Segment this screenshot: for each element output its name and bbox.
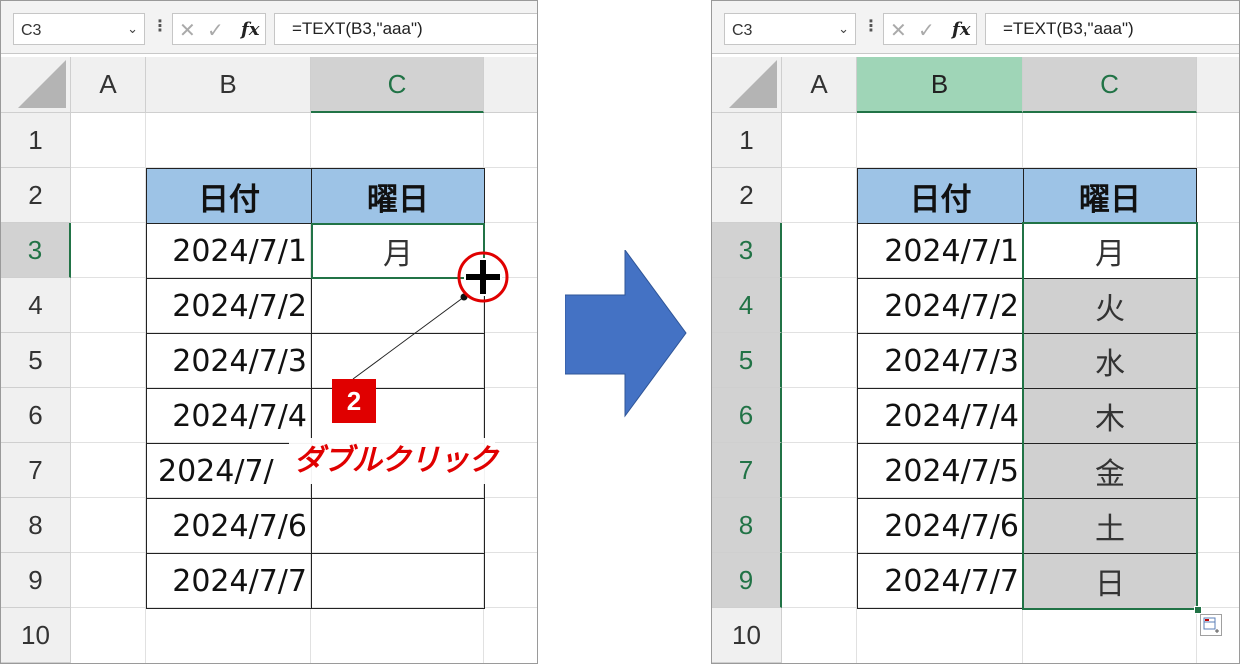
formula-bar: C3 ⌄ ⋮ ✕ ✓ fx =TEXT(B3,"aaa") [712, 1, 1239, 54]
date-cell[interactable]: 2024/7/6 [857, 498, 1024, 554]
crosshair-cursor-icon [464, 258, 502, 296]
date-cell[interactable]: 2024/7/2 [857, 278, 1024, 334]
callout-overlay [352, 251, 509, 380]
date-cell[interactable]: 2024/7/4 [857, 388, 1024, 444]
date-cell[interactable]: 2024/7/1 [857, 223, 1024, 279]
row-header-4[interactable]: 4 [712, 278, 782, 333]
row-header-9[interactable]: 9 [712, 553, 782, 608]
fx-icon[interactable]: fx [952, 19, 970, 40]
row-header-1[interactable]: 1 [712, 113, 782, 168]
right-arrow-icon [565, 250, 687, 418]
select-all-corner[interactable] [712, 57, 782, 113]
column-header-b[interactable]: B [857, 57, 1023, 113]
name-box[interactable]: C3 ⌄ [724, 13, 856, 45]
date-cell[interactable]: 2024/7/5 [857, 443, 1024, 499]
name-box-value: C3 [732, 22, 753, 39]
step-label: ダブルクリック [294, 443, 498, 478]
date-cell[interactable]: 2024/7/3 [857, 333, 1024, 389]
step-badge: 2 [332, 379, 376, 423]
formula-buttons: ✕ ✓ fx [883, 13, 977, 45]
table-header-day[interactable]: 曜日 [1023, 168, 1197, 224]
chevron-down-icon[interactable]: ⌄ [838, 21, 849, 37]
formula-text: =TEXT(B3,"aaa") [1003, 19, 1134, 38]
fill-handle[interactable] [1194, 606, 1202, 614]
formula-input[interactable]: =TEXT(B3,"aaa") [985, 13, 1239, 45]
right-excel-window: C3 ⌄ ⋮ ✕ ✓ fx =TEXT(B3,"aaa") A B C 1 2 … [711, 0, 1240, 664]
column-header-a[interactable]: A [782, 57, 857, 113]
row-header-8[interactable]: 8 [712, 498, 782, 553]
date-cell[interactable]: 2024/7/7 [857, 553, 1024, 609]
row-header-7[interactable]: 7 [712, 443, 782, 498]
auto-fill-options-icon[interactable] [1200, 614, 1222, 636]
row-header-3[interactable]: 3 [712, 223, 782, 278]
selection-range [1022, 222, 1198, 610]
column-header-d[interactable] [1197, 57, 1239, 113]
row-header-10[interactable]: 10 [712, 608, 782, 663]
column-header-c[interactable]: C [1023, 57, 1197, 113]
cancel-icon[interactable]: ✕ [890, 18, 907, 43]
callout-line [352, 296, 465, 380]
table-header-date[interactable]: 日付 [857, 168, 1024, 224]
row-header-2[interactable]: 2 [712, 168, 782, 223]
check-icon[interactable]: ✓ [918, 18, 935, 43]
row-header-5[interactable]: 5 [712, 333, 782, 388]
more-options-icon[interactable]: ⋮ [863, 15, 879, 39]
row-header-6[interactable]: 6 [712, 388, 782, 443]
left-excel-window: C3 ⌄ ⋮ ✕ ✓ fx =TEXT(B3,"aaa") A B C 1 2 … [0, 0, 538, 664]
